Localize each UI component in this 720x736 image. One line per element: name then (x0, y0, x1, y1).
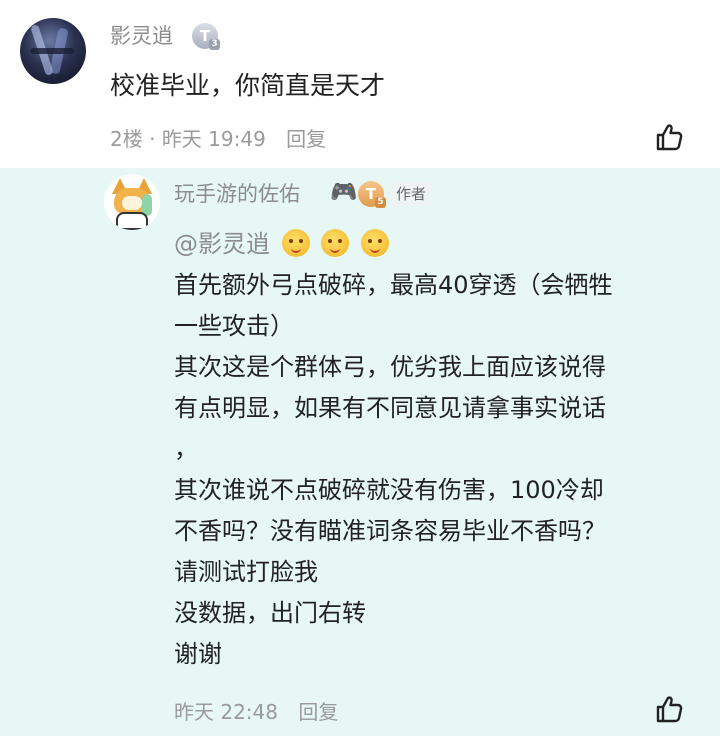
comment-time: 昨天 19:49 (161, 127, 266, 151)
smiling-face-emoji-icon (321, 229, 350, 257)
reply-text: @影灵逍 首先额外弓点破碎，最高40穿透（会牺牲 一些攻击） 其次这是个群体弓，… (174, 224, 694, 675)
thumbs-up-icon[interactable] (654, 122, 684, 152)
avatar[interactable] (20, 18, 86, 84)
author-tag: 作者 (390, 182, 433, 206)
reply-line: 其次这是个群体弓，优劣我上面应该说得 (174, 353, 606, 381)
reply-mention-line: @影灵逍 (174, 224, 694, 265)
reply-line: 谢谢 (174, 640, 222, 668)
reply-line: 没数据，出门右转 (174, 599, 366, 627)
smiling-face-emoji-icon (360, 229, 389, 257)
reply-meta: 昨天 22:48 回复 (174, 698, 338, 726)
mention-link[interactable]: @影灵逍 (174, 230, 270, 258)
level-badge-number: 5 (375, 197, 386, 208)
comment-text: 校准毕业，你简直是天才 (110, 71, 386, 100)
level-badge: T 5 (358, 181, 386, 208)
thumbs-up-icon[interactable] (654, 694, 684, 724)
level-badge: T 3 (192, 23, 220, 50)
comment-meta: 2楼 · 昨天 19:49 回复 (110, 125, 326, 153)
smiling-face-emoji-icon (281, 229, 310, 257)
reply-line: 其次谁说不点破碎就没有伤害，100冷却 (174, 476, 604, 504)
reply-button[interactable]: 回复 (286, 125, 326, 153)
reply-line: 不香吗？没有瞄准词条容易毕业不香吗？ (174, 517, 606, 545)
game-controller-badge-icon: 🎮 (330, 180, 358, 205)
reply-time: 昨天 22:48 (174, 700, 278, 724)
avatar[interactable] (104, 174, 160, 230)
reply-button[interactable]: 回复 (298, 700, 338, 724)
reply-line: 请测试打脸我 (174, 558, 318, 586)
reply-line: ， (174, 435, 198, 463)
reply-user-name[interactable]: 玩手游的佐佑 (174, 180, 300, 208)
floor-number: 2楼 (110, 127, 143, 151)
level-badge-number: 3 (209, 39, 220, 50)
meta-separator: · (149, 127, 156, 151)
reply-line: 有点明显，如果有不同意见请拿事实说话 (174, 394, 606, 422)
reply-line: 一些攻击） (174, 312, 294, 340)
reply-line: 首先额外弓点破碎，最高40穿透（会牺牲 (174, 271, 613, 299)
comment-user-name[interactable]: 影灵逍 (110, 22, 173, 50)
